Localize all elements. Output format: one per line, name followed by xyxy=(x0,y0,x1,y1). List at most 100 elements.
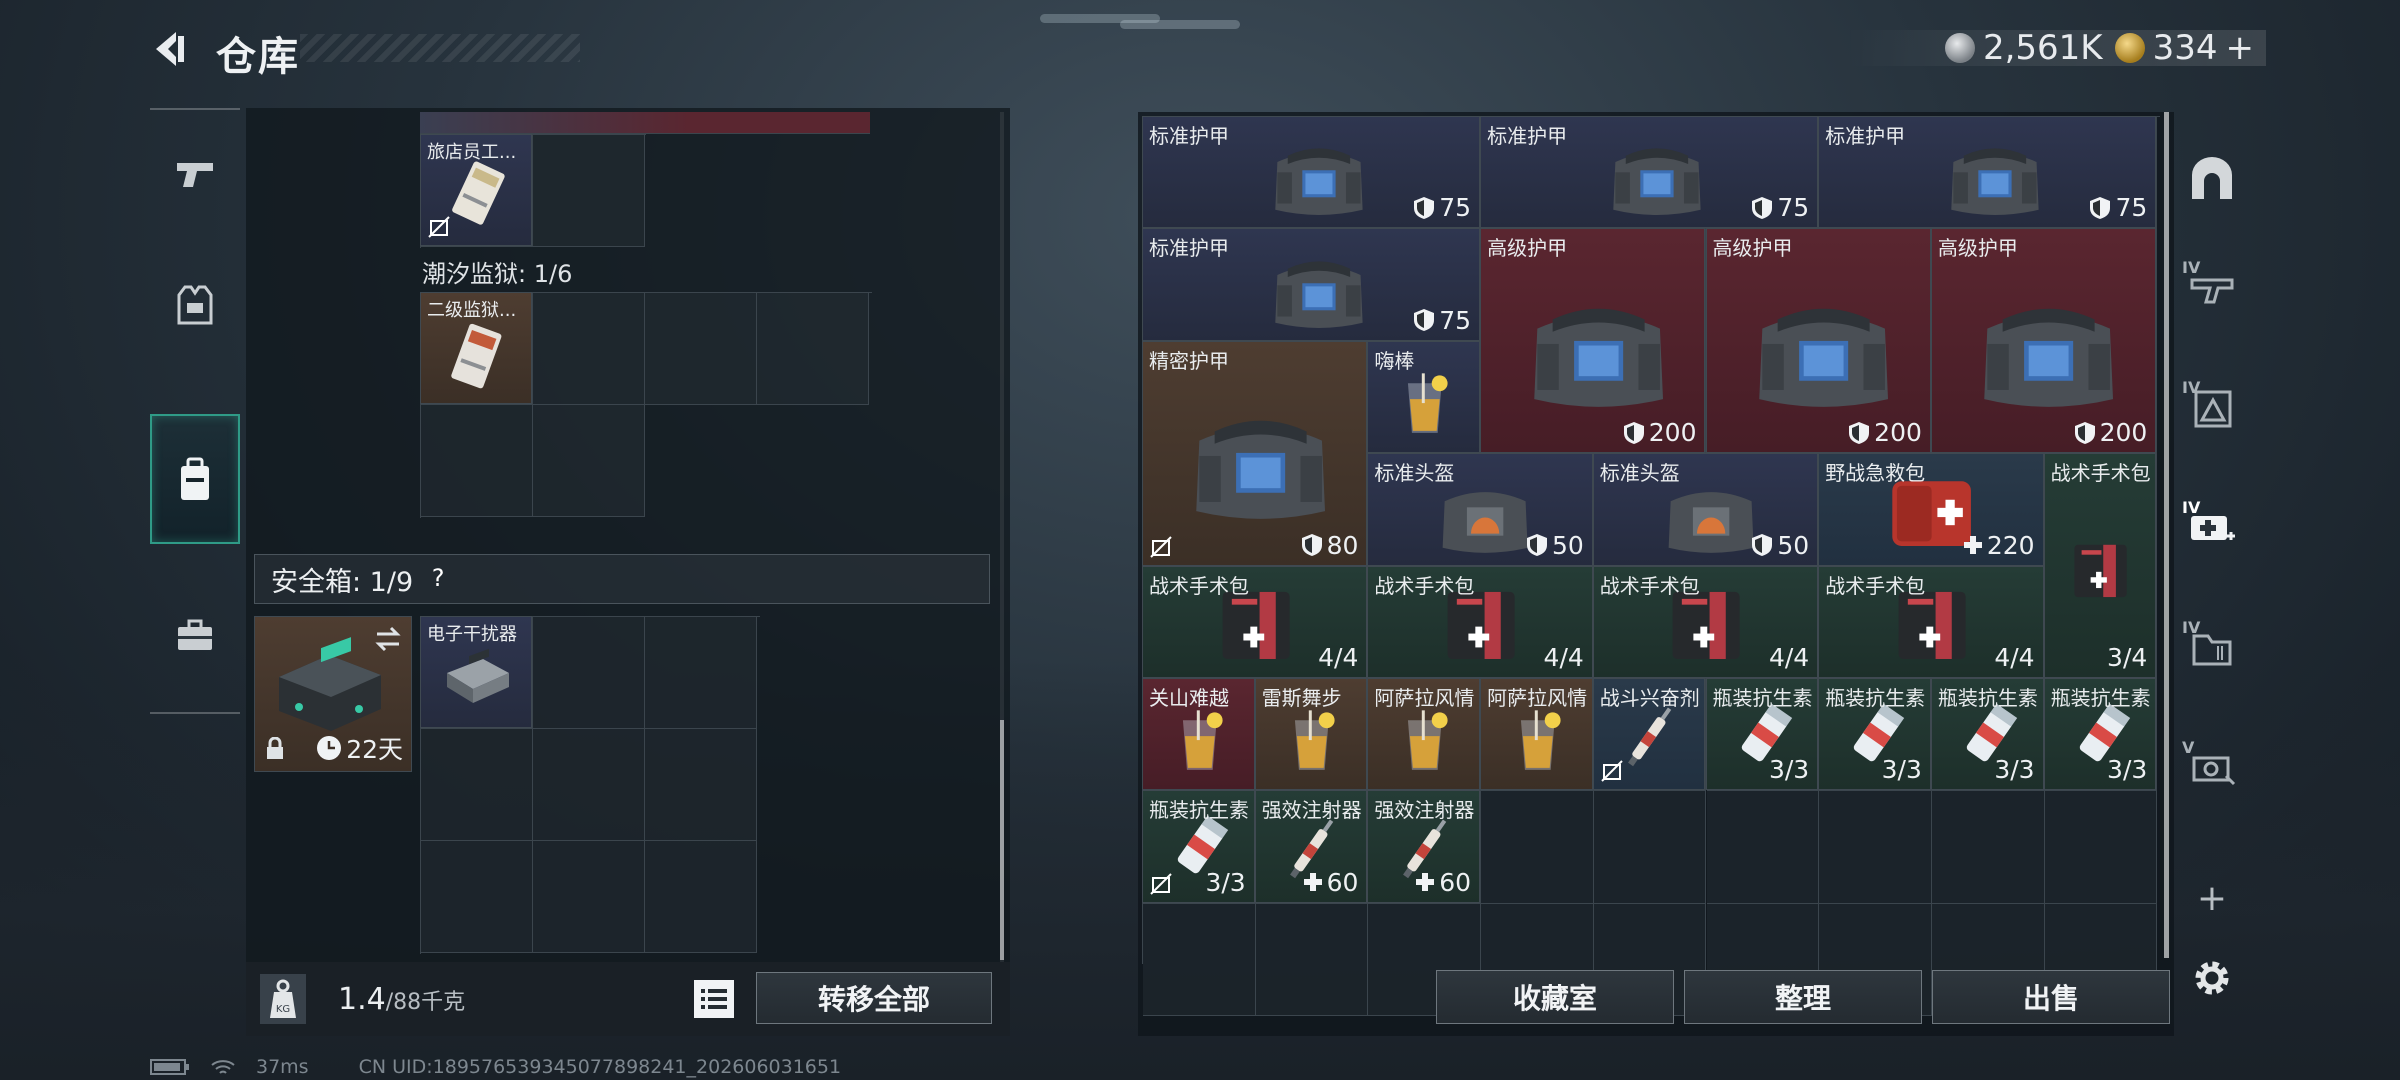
drink-glass-icon xyxy=(1407,372,1448,433)
tab-med-iv[interactable]: IV xyxy=(2176,478,2248,578)
item-value: 220 xyxy=(1963,531,2035,560)
inventory-item[interactable]: 标准头盔 50 xyxy=(1367,453,1593,566)
title-decoration xyxy=(300,34,580,62)
device-icon xyxy=(2192,756,2236,786)
inventory-item[interactable]: 强效注射器 60 xyxy=(1367,790,1481,903)
inventory-item[interactable]: 标准护甲 75 xyxy=(1142,228,1481,341)
inventory-item[interactable]: 瓶装抗生素 3/3 xyxy=(2043,678,2157,791)
gold-currency[interactable]: 334 + xyxy=(2114,28,2255,68)
item-name: 雷斯舞步 xyxy=(1261,686,1342,710)
tab-gun-iv[interactable]: IV xyxy=(2176,238,2248,338)
inventory-item[interactable]: 标准护甲 75 xyxy=(1818,116,2157,229)
armor-shield-icon xyxy=(1623,421,1644,444)
inventory-item[interactable]: 二级监狱... xyxy=(420,292,532,404)
inventory-item[interactable]: 高级护甲 200 xyxy=(1930,228,2157,454)
storage-scrollbar[interactable] xyxy=(2164,112,2169,958)
settings-button[interactable] xyxy=(2176,928,2248,1028)
collection-room-button[interactable]: 收藏室 xyxy=(1436,970,1674,1024)
inventory-item[interactable]: 战术手术包 4/4 xyxy=(1367,565,1593,678)
tab-level: IV xyxy=(2182,618,2201,637)
item-value: 3/3 xyxy=(2107,755,2148,785)
armor-bag-icon xyxy=(1195,420,1325,520)
uid-readout: CN UID:18957653934507789824​1_2026060316… xyxy=(358,1056,842,1078)
safe-box-container[interactable]: 22天 xyxy=(254,616,412,772)
armor-bag-icon xyxy=(1951,148,2039,216)
item-value: 200 xyxy=(1623,418,1696,447)
weight-capacity: /88千克 xyxy=(385,990,466,1015)
inventory-item[interactable]: 旅店员工... xyxy=(420,134,532,246)
inventory-item[interactable]: 电子干扰器 xyxy=(420,616,532,728)
tab-arch[interactable] xyxy=(2176,128,2248,228)
inventory-item[interactable]: 阿萨拉风情 xyxy=(1480,678,1593,791)
item-value: 75 xyxy=(2089,193,2147,222)
no-sell-icon xyxy=(1601,760,1623,783)
tab-backpack[interactable] xyxy=(150,414,240,544)
item-value: 60 xyxy=(1303,868,1358,897)
inventory-item[interactable]: 雷斯舞步 xyxy=(1254,678,1368,791)
keycard-icon xyxy=(452,161,505,225)
tab-vest-iv[interactable]: IV xyxy=(2176,358,2248,458)
armor-shield-icon xyxy=(1414,309,1435,332)
tab-weapons[interactable] xyxy=(150,110,240,240)
inventory-item[interactable]: 战术手术包 4/4 xyxy=(1142,565,1368,678)
tab-gear[interactable] xyxy=(150,240,240,370)
organize-button[interactable]: 整理 xyxy=(1684,970,1922,1024)
item-name: 旅店员工... xyxy=(427,142,517,163)
armor-bag-icon xyxy=(1533,308,1663,407)
inventory-item[interactable]: 瓶装抗生素 3/3 xyxy=(1142,790,1255,903)
list-view-icon[interactable] xyxy=(694,980,734,1018)
vest-icon xyxy=(177,285,213,325)
inventory-item[interactable]: 强效注射器 60 xyxy=(1254,790,1368,903)
heal-plus-icon xyxy=(1303,873,1322,892)
no-sell-icon xyxy=(428,216,450,238)
inventory-item[interactable]: 标准头盔 50 xyxy=(1592,453,1819,566)
item-value: 3/3 xyxy=(1994,755,2035,785)
item-name: 标准护甲 xyxy=(1149,236,1229,261)
inventory-item[interactable]: 战术手术包 4/4 xyxy=(1818,565,2044,678)
inventory-item[interactable]: 瓶装抗生素 3/3 xyxy=(1818,678,1931,791)
inventory-item[interactable]: 野战急救包 220 xyxy=(1818,453,2044,566)
inventory-item[interactable]: 瓶装抗生素 3/3 xyxy=(1705,678,1819,791)
armor-shield-icon xyxy=(2090,196,2111,219)
wifi-icon xyxy=(211,1060,235,1074)
silver-currency[interactable]: 2,561K xyxy=(1944,28,2103,68)
inventory-item[interactable]: 标准护甲 75 xyxy=(1480,116,1819,229)
inventory-item[interactable]: 战术手术包 3/4 xyxy=(2043,453,2157,678)
item-value: 4/4 xyxy=(1543,642,1584,672)
item-value: 3/3 xyxy=(1205,867,1246,897)
item-name: 瓶装抗生素 xyxy=(1712,686,1813,710)
item-value: 50 xyxy=(1526,531,1584,560)
item-value: 80 xyxy=(1301,531,1358,560)
tab-level: V xyxy=(2182,738,2195,757)
inventory-item[interactable]: 标准护甲 75 xyxy=(1142,116,1481,229)
item-name: 二级监狱... xyxy=(427,300,517,321)
inventory-item[interactable]: 高级护甲 200 xyxy=(1705,228,1931,454)
keycard-icon xyxy=(451,323,502,389)
item-name: 阿萨拉风情 xyxy=(1487,686,1588,710)
tab-folder-iv[interactable]: IV xyxy=(2176,598,2248,698)
armor-bag-icon xyxy=(1759,308,1889,407)
add-gold-icon[interactable]: + xyxy=(2226,28,2255,68)
item-name: 阿萨拉风情 xyxy=(1374,686,1475,710)
back-button[interactable] xyxy=(146,26,192,72)
inventory-item[interactable]: 精密护甲 80 xyxy=(1142,340,1368,566)
swap-icon[interactable] xyxy=(373,625,403,653)
drink-glass-icon xyxy=(1407,710,1448,770)
item-name: 野战急救包 xyxy=(1825,461,1926,486)
item-name: 战术手术包 xyxy=(1149,573,1249,598)
tab-device-v[interactable]: V xyxy=(2176,718,2248,818)
inventory-item[interactable]: 高级护甲 200 xyxy=(1480,228,1706,454)
inventory-item[interactable]: 战斗兴奋剂 xyxy=(1592,678,1706,791)
inventory-item[interactable]: 瓶装抗生素 3/3 xyxy=(1930,678,2044,791)
help-button[interactable]: ? xyxy=(423,564,453,594)
safe-box-duration: 22天 xyxy=(316,730,403,766)
inventory-item[interactable]: 嗨棒 xyxy=(1367,340,1481,454)
sell-button[interactable]: 出售 xyxy=(1932,970,2170,1024)
inventory-item[interactable]: 战术手术包 4/4 xyxy=(1592,565,1819,678)
item-name: 强效注射器 xyxy=(1374,798,1475,823)
backpack-scrollbar[interactable] xyxy=(1000,720,1004,960)
inventory-item[interactable]: 阿萨拉风情 xyxy=(1367,678,1481,791)
transfer-all-button[interactable]: 转移全部 xyxy=(756,972,992,1024)
tab-case[interactable] xyxy=(150,570,240,700)
inventory-item[interactable]: 关山难越 xyxy=(1142,678,1255,791)
